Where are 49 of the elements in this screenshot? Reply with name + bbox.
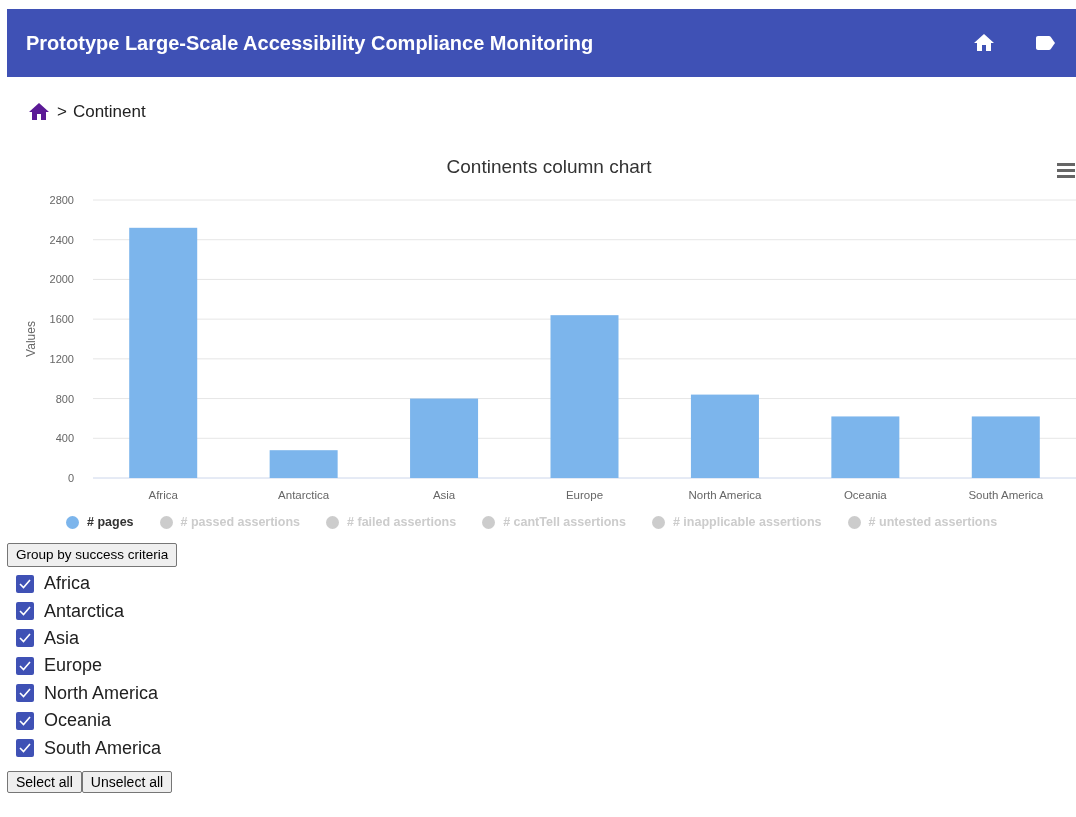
checkbox-label: North America: [44, 681, 159, 705]
select-button[interactable]: Select all: [7, 770, 82, 793]
x-tick-label: Africa: [148, 489, 178, 501]
y-axis-title: Values: [24, 321, 38, 357]
x-tick-label: Asia: [432, 489, 456, 501]
y-tick-label: 2000: [49, 273, 74, 286]
x-tick-label: Oceania: [843, 489, 887, 501]
group-button[interactable]: Group by success criteria: [7, 543, 178, 567]
check-icon: [19, 715, 31, 726]
checkbox[interactable]: [16, 684, 34, 703]
breadcrumb-separator: >: [57, 101, 67, 124]
y-tick-label: 800: [55, 392, 74, 405]
x-tick-label: South America: [968, 489, 1044, 501]
chart-title: Continents column chart: [446, 156, 652, 177]
menu-icon[interactable]: [1057, 163, 1075, 178]
checkbox-label: South America: [44, 736, 162, 760]
checkbox[interactable]: [16, 629, 34, 648]
bar: [269, 450, 338, 478]
x-tick-label: North America: [688, 489, 762, 501]
x-tick-label: Europe: [565, 489, 604, 501]
breadcrumb-current: Continent: [72, 101, 146, 124]
y-tick-label: 0: [67, 472, 74, 484]
check-icon: [19, 633, 31, 644]
y-tick-label: 2800: [49, 194, 74, 206]
checkbox-label: Oceania: [44, 709, 112, 733]
checkbox-label: Asia: [44, 626, 79, 650]
check-icon: [19, 688, 31, 699]
y-tick-label: 1600: [49, 313, 74, 326]
checkbox[interactable]: [16, 739, 34, 758]
checkbox[interactable]: [16, 656, 34, 675]
bar: [971, 416, 1040, 478]
y-tick-label: 2400: [49, 233, 74, 246]
checkbox-label: Africa: [44, 572, 90, 596]
bar: [831, 416, 900, 478]
check-icon: [19, 660, 31, 671]
checkbox[interactable]: [16, 574, 34, 593]
x-tick-label: Antarctica: [278, 489, 330, 501]
check-icon: [19, 578, 31, 589]
select-button[interactable]: Unselect all: [81, 770, 173, 793]
check-icon: [19, 743, 31, 754]
checkbox[interactable]: [16, 711, 34, 730]
check-icon: [19, 606, 31, 617]
checkbox-label: Europe: [44, 654, 103, 678]
y-tick-label: 1200: [49, 352, 74, 365]
legend-item[interactable]: # pages: [87, 512, 134, 532]
y-tick-label: 400: [55, 432, 74, 445]
checkbox[interactable]: [16, 602, 34, 621]
app-title: Prototype Large-Scale Accessibility Compliance Monitoring: [26, 31, 595, 56]
checkbox-label: Antarctica: [44, 599, 125, 623]
